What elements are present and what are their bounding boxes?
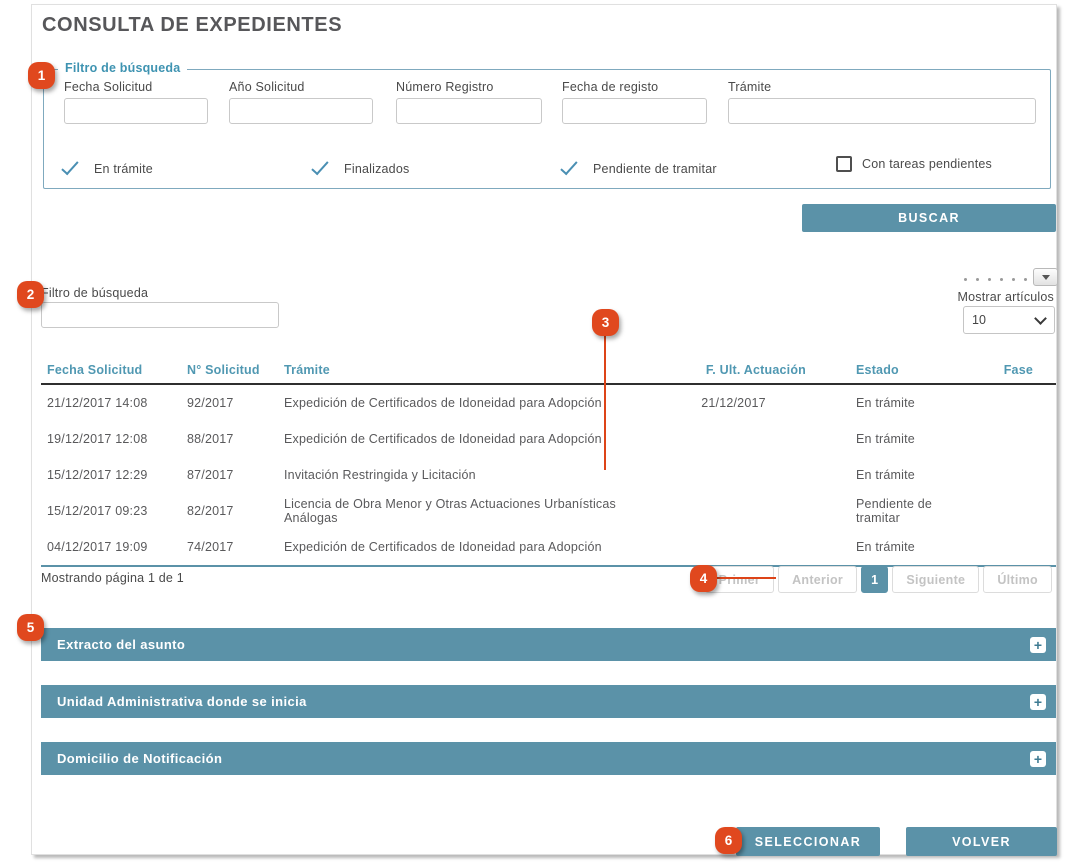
field-ano-solicitud: Año Solicitud bbox=[229, 80, 373, 124]
ano-solicitud-input[interactable] bbox=[229, 98, 373, 124]
table-row[interactable]: 15/12/2017 09:23 82/2017 Licencia de Obr… bbox=[41, 493, 1056, 529]
pagination-status: Mostrando página 1 de 1 bbox=[41, 571, 184, 585]
table-body: 21/12/2017 14:08 92/2017 Expedición de C… bbox=[41, 385, 1056, 567]
page-title: CONSULTA DE EXPEDIENTES bbox=[42, 14, 342, 37]
col-header-fase[interactable]: Fase bbox=[971, 363, 1056, 377]
accordion-extracto-del-asunto[interactable]: Extracto del asunto + bbox=[41, 628, 1056, 661]
show-items-select[interactable]: 10 bbox=[963, 306, 1055, 334]
annotation-line-3 bbox=[604, 333, 606, 470]
checkbox-label: Con tareas pendientes bbox=[862, 157, 992, 171]
checkbox-label: En trámite bbox=[94, 162, 153, 176]
plus-icon[interactable]: + bbox=[1030, 637, 1046, 653]
pagination-page-1-button[interactable]: 1 bbox=[861, 566, 888, 593]
pagination-last-button[interactable]: Último bbox=[983, 566, 1052, 593]
plus-icon[interactable]: + bbox=[1030, 694, 1046, 710]
check-icon[interactable] bbox=[557, 156, 583, 182]
checkbox-finalizados[interactable]: Finalizados bbox=[308, 156, 409, 182]
annotation-line-4 bbox=[714, 577, 776, 579]
accordion-unidad-administrativa[interactable]: Unidad Administrativa donde se inicia + bbox=[41, 685, 1056, 718]
field-tramite: Trámite bbox=[728, 80, 1036, 124]
checkbox-pendiente-tramitar[interactable]: Pendiente de tramitar bbox=[557, 156, 717, 182]
show-items-label: Mostrar artículos bbox=[958, 290, 1054, 304]
list-filter-input[interactable] bbox=[41, 302, 279, 328]
col-header-actuacion[interactable]: F. Ult. Actuación bbox=[661, 363, 806, 377]
field-label: Número Registro bbox=[396, 80, 542, 94]
checkbox-icon[interactable] bbox=[836, 156, 852, 172]
table-header-row: Fecha Solicitud N° Solicitud Trámite F. … bbox=[41, 356, 1056, 385]
table-row[interactable]: 19/12/2017 12:08 88/2017 Expedición de C… bbox=[41, 421, 1056, 457]
check-icon[interactable] bbox=[308, 156, 334, 182]
pagination-previous-button[interactable]: Anterior bbox=[778, 566, 857, 593]
col-header-estado[interactable]: Estado bbox=[806, 363, 971, 377]
list-filter-label: Filtro de búsqueda bbox=[41, 286, 148, 300]
checkbox-label: Finalizados bbox=[344, 162, 409, 176]
results-table: Fecha Solicitud N° Solicitud Trámite F. … bbox=[41, 356, 1056, 567]
chevron-down-icon bbox=[1034, 312, 1047, 325]
fecha-solicitud-input[interactable] bbox=[64, 98, 208, 124]
field-label: Trámite bbox=[728, 80, 1036, 94]
field-label: Fecha de registo bbox=[562, 80, 707, 94]
checkbox-en-tramite[interactable]: En trámite bbox=[58, 156, 153, 182]
field-fecha-registro: Fecha de registo bbox=[562, 80, 707, 124]
columns-dropdown-button[interactable] bbox=[1033, 268, 1058, 286]
annotation-badge-4: 4 bbox=[690, 565, 717, 592]
field-fecha-solicitud: Fecha Solicitud bbox=[64, 80, 208, 124]
field-label: Fecha Solicitud bbox=[64, 80, 208, 94]
col-header-fecha[interactable]: Fecha Solicitud bbox=[41, 363, 187, 377]
annotation-badge-1: 1 bbox=[28, 62, 55, 89]
accordion-domicilio-notificacion[interactable]: Domicilio de Notificación + bbox=[41, 742, 1056, 775]
fieldset-legend: Filtro de búsqueda bbox=[58, 61, 187, 75]
annotation-badge-2: 2 bbox=[17, 281, 44, 308]
show-items-value: 10 bbox=[964, 313, 1036, 327]
table-row[interactable]: 15/12/2017 12:29 87/2017 Invitación Rest… bbox=[41, 457, 1056, 493]
triangle-down-icon bbox=[1042, 275, 1050, 280]
seleccionar-button[interactable]: SELECCIONAR bbox=[736, 827, 880, 856]
check-icon[interactable] bbox=[58, 156, 84, 182]
pagination-next-button[interactable]: Siguiente bbox=[892, 566, 979, 593]
volver-button[interactable]: VOLVER bbox=[906, 827, 1057, 856]
consulta-expedientes-screen: CONSULTA DE EXPEDIENTES Filtro de búsque… bbox=[0, 0, 1066, 868]
col-header-num[interactable]: N° Solicitud bbox=[187, 363, 284, 377]
plus-icon[interactable]: + bbox=[1030, 751, 1046, 767]
checkbox-con-tareas-pendientes[interactable]: Con tareas pendientes bbox=[836, 156, 992, 172]
numero-registro-input[interactable] bbox=[396, 98, 542, 124]
buscar-button[interactable]: BUSCAR bbox=[802, 204, 1056, 232]
tramite-input[interactable] bbox=[728, 98, 1036, 124]
field-label: Año Solicitud bbox=[229, 80, 373, 94]
annotation-badge-6: 6 bbox=[715, 827, 742, 854]
fecha-registro-input[interactable] bbox=[562, 98, 707, 124]
annotation-badge-5: 5 bbox=[17, 614, 44, 641]
dots-decoration bbox=[964, 278, 1027, 281]
field-numero-registro: Número Registro bbox=[396, 80, 542, 124]
checkbox-label: Pendiente de tramitar bbox=[593, 162, 717, 176]
annotation-badge-3: 3 bbox=[592, 309, 619, 336]
pagination: Primer Anterior 1 Siguiente Último bbox=[705, 566, 1052, 593]
table-row[interactable]: 21/12/2017 14:08 92/2017 Expedición de C… bbox=[41, 385, 1056, 421]
search-filter-fieldset: Filtro de búsqueda Fecha Solicitud Año S… bbox=[43, 69, 1051, 189]
main-panel: CONSULTA DE EXPEDIENTES Filtro de búsque… bbox=[31, 4, 1057, 855]
table-row[interactable]: 04/12/2017 19:09 74/2017 Expedición de C… bbox=[41, 529, 1056, 565]
